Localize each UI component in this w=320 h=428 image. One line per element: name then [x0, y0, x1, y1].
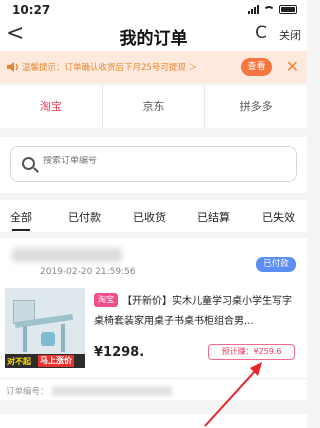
orders-page: 10:27 < 我的订单 C 关闭 温馨提示：订单确认收货后下月25号可提现 ＞…	[0, 0, 307, 428]
red-arrow-annotation	[204, 362, 262, 427]
